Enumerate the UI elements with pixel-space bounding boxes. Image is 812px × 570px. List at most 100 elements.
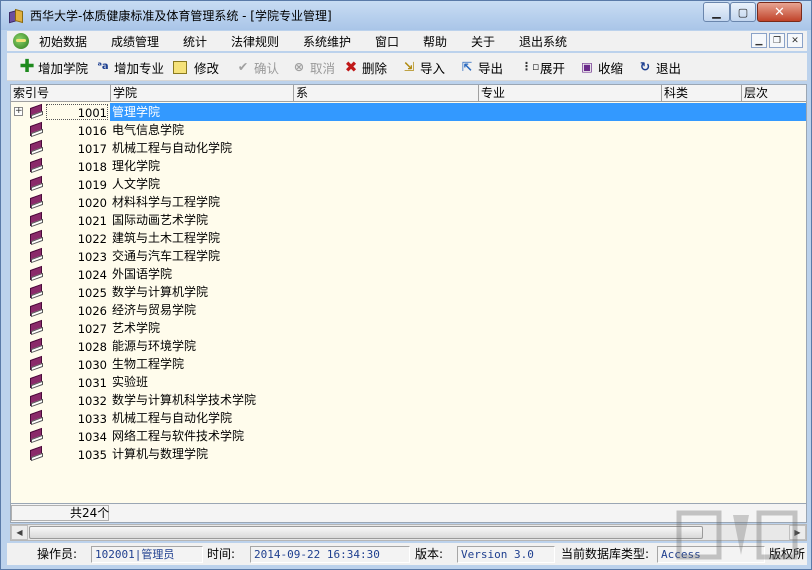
minimize-button[interactable]: ▁ [703,2,730,22]
menu-window[interactable]: 窗口 [375,33,399,50]
menu-exit-system[interactable]: 退出系统 [519,33,567,50]
add-college-button[interactable]: ✚ 增加学院 [19,58,88,76]
row-college: 国际动画艺术学院 [112,213,209,227]
table-row[interactable]: 1018 理化学院 [11,157,806,175]
book-icon [28,265,44,282]
operator-label: 操作员: [37,547,78,561]
column-header-college[interactable]: 学院 [111,85,294,102]
system-menu-icon[interactable] [13,33,29,49]
book-icon [28,355,44,372]
table-row[interactable]: 1023 交通与汽车工程学院 [11,247,806,265]
menu-statistics[interactable]: 统计 [183,33,207,50]
table-row[interactable]: 1021 国际动画艺术学院 [11,211,806,229]
menu-system-maintenance[interactable]: 系统维护 [303,33,351,50]
row-index: 1017 [77,142,107,156]
table-row[interactable]: 1020 材料科学与工程学院 [11,193,806,211]
collapse-label: 收缩 [598,60,624,76]
add-major-button[interactable]: ᵃa 增加专业 [95,58,164,76]
title-bar[interactable]: 西华大学-体质健康标准及体育管理系统 - [学院专业管理] ▁ ▢ ✕ [1,1,811,30]
book-icon [28,229,44,246]
table-row[interactable]: 1017 机械工程与自动化学院 [11,139,806,157]
scroll-left-arrow-icon[interactable]: ◀ [11,525,28,540]
scroll-right-arrow-icon[interactable]: ▶ [789,525,806,540]
mdi-restore-button[interactable]: ❐ [769,33,785,48]
menu-initial-data[interactable]: 初始数据 [39,33,87,50]
delete-label: 删除 [362,60,388,76]
row-college: 管理学院 [112,105,161,119]
table-row[interactable]: 1022 建筑与土木工程学院 [11,229,806,247]
row-index: 1024 [77,268,107,282]
book-icon [28,337,44,354]
mdi-minimize-button[interactable]: ▁ [751,33,767,48]
table-row[interactable]: 1033 机械工程与自动化学院 [11,409,806,427]
row-index: 1026 [77,304,107,318]
import-icon: ⇲ [403,59,415,74]
table-row[interactable]: 1016 电气信息学院 [11,121,806,139]
row-college: 数学与计算机学院 [112,285,209,299]
college-tree-grid[interactable]: 索引号 学院 系 专业 科类 层次 +1001 管理学院 1016 电气信息学院 101… [10,84,807,504]
table-row[interactable]: 1032 数学与计算机科学技术学院 [11,391,806,409]
row-index: 1030 [77,358,107,372]
menu-about[interactable]: 关于 [471,33,495,50]
row-college: 机械工程与自动化学院 [112,141,233,155]
table-row[interactable]: +1001 管理学院 [11,103,806,121]
expand-button[interactable]: ⋮▫ 展开 [521,58,565,76]
column-header-level[interactable]: 层次 [742,85,806,102]
exit-button[interactable]: ↻ 退出 [637,58,681,76]
edit-button[interactable]: 修改 [173,58,219,76]
table-row[interactable]: 1019 人文学院 [11,175,806,193]
delete-button[interactable]: ✖ 删除 [343,58,387,76]
add-college-label: 增加学院 [38,60,89,76]
db-type-value: Access [657,546,765,563]
add-major-label: 增加专业 [114,60,165,76]
close-button[interactable]: ✕ [757,2,802,22]
row-index: 1016 [77,124,107,138]
grid-footer: 共24个 [10,504,807,523]
row-index: 1027 [77,322,107,336]
record-count: 共24个 [11,505,109,521]
scroll-thumb[interactable] [29,526,703,539]
table-row[interactable]: 1031 实验班 [11,373,806,391]
maximize-button[interactable]: ▢ [730,2,756,22]
copyright-label: 版权所 [769,547,806,561]
row-index: 1031 [77,376,107,390]
table-row[interactable]: 1030 生物工程学院 [11,355,806,373]
column-header-major[interactable]: 专业 [479,85,662,102]
row-college: 建筑与土木工程学院 [112,231,221,245]
note-edit-icon [173,60,187,74]
expand-plus-icon[interactable]: + [14,107,23,116]
menu-help[interactable]: 帮助 [423,33,447,50]
version-value: Version 3.0 [457,546,555,563]
table-row[interactable]: 1025 数学与计算机学院 [11,283,806,301]
column-header-department[interactable]: 系 [294,85,479,102]
column-header-category[interactable]: 科类 [662,85,742,102]
row-index: 1025 [77,286,107,300]
book-icon [28,121,44,138]
confirm-label: 确认 [254,60,280,76]
import-button[interactable]: ⇲ 导入 [401,58,445,76]
table-row[interactable]: 1034 网络工程与软件技术学院 [11,427,806,445]
menu-legal-rules[interactable]: 法律规则 [231,33,279,50]
export-button[interactable]: ⇱ 导出 [459,58,503,76]
cancel-button[interactable]: ⊗ 取消 [291,58,335,76]
table-row[interactable]: 1024 外国语学院 [11,265,806,283]
book-icon [28,139,44,156]
collapse-button[interactable]: ▣ 收缩 [579,58,623,76]
row-index: 1032 [77,394,107,408]
mdi-close-button[interactable]: ✕ [787,33,803,48]
menu-score-management[interactable]: 成绩管理 [111,33,159,50]
table-row[interactable]: 1027 艺术学院 [11,319,806,337]
table-row[interactable]: 1035 计算机与数理学院 [11,445,806,463]
row-index: 1020 [77,196,107,210]
book-icon [28,247,44,264]
import-label: 导入 [420,60,446,76]
row-index: 1028 [77,340,107,354]
row-college: 人文学院 [112,177,161,191]
horizontal-scrollbar[interactable]: ◀ ▶ [10,524,807,541]
row-college: 艺术学院 [112,321,161,335]
table-row[interactable]: 1028 能源与环境学院 [11,337,806,355]
column-header-index[interactable]: 索引号 [11,85,111,102]
table-row[interactable]: 1026 经济与贸易学院 [11,301,806,319]
confirm-button[interactable]: ✔ 确认 [235,58,279,76]
row-index: 1033 [77,412,107,426]
